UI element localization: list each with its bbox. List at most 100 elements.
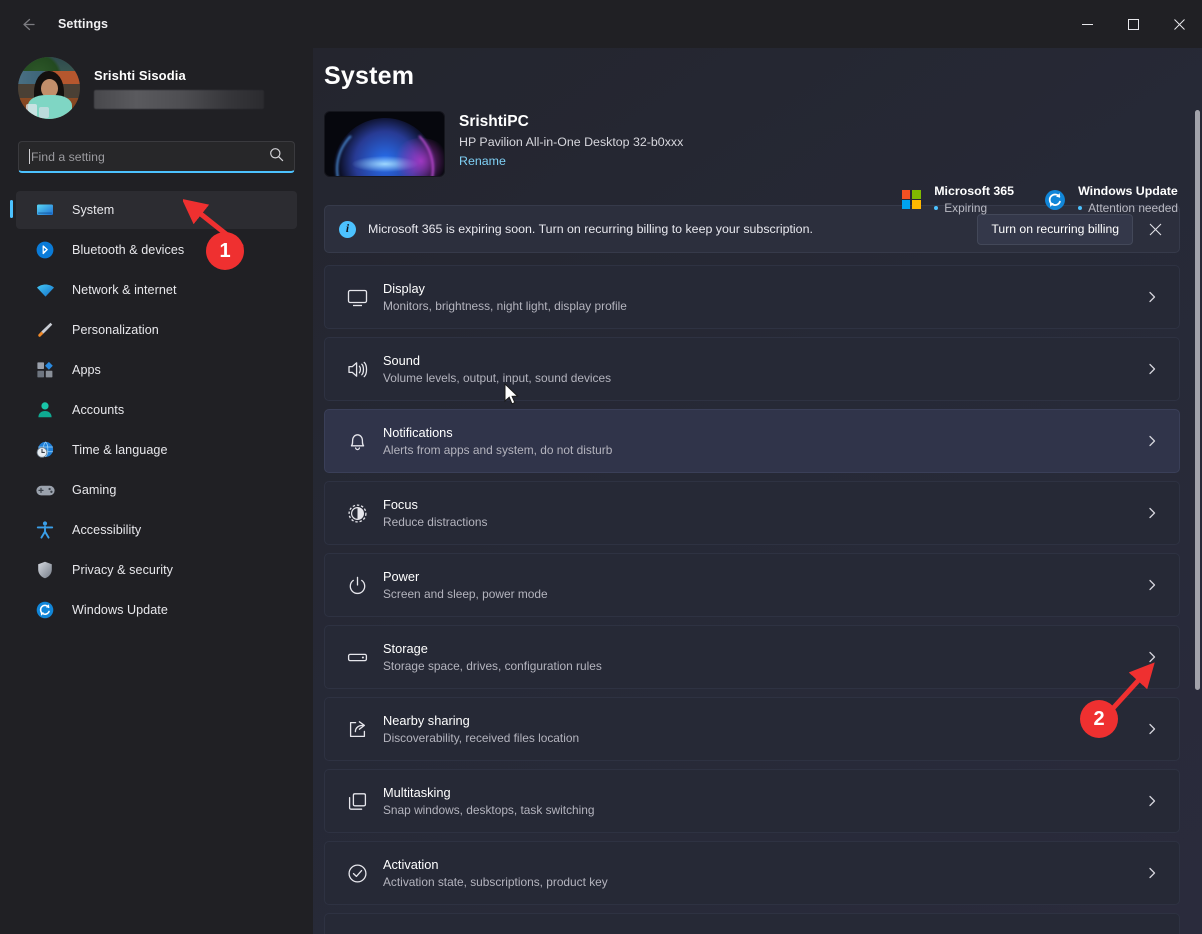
status-text: Expiring xyxy=(944,201,987,215)
settings-list: Display Monitors, brightness, night ligh… xyxy=(324,265,1180,934)
search-container xyxy=(18,141,295,173)
settings-row-storage[interactable]: Storage Storage space, drives, configura… xyxy=(324,625,1180,689)
row-title: Multitasking xyxy=(383,785,1141,800)
settings-window: Settings xyxy=(0,0,1202,934)
sidebar-item-windows-update[interactable]: Windows Update xyxy=(16,591,297,629)
row-subtitle: Discoverability, received files location xyxy=(383,731,1141,745)
sidebar-item-label: Network & internet xyxy=(72,283,177,297)
settings-row-partial[interactable] xyxy=(324,913,1180,934)
sidebar-item-label: Gaming xyxy=(72,483,116,497)
chevron-right-icon[interactable] xyxy=(1141,723,1163,735)
window-controls xyxy=(1064,0,1202,48)
sidebar-nav: System Bluetooth & devices xyxy=(0,191,313,629)
settings-row-sound[interactable]: Sound Volume levels, output, input, soun… xyxy=(324,337,1180,401)
banner-close-button[interactable] xyxy=(1139,213,1171,245)
sidebar-item-privacy-security[interactable]: Privacy & security xyxy=(16,551,297,589)
row-subtitle: Alerts from apps and system, do not dist… xyxy=(383,443,1141,457)
sidebar-item-accounts[interactable]: Accounts xyxy=(16,391,297,429)
sidebar-item-apps[interactable]: Apps xyxy=(16,351,297,389)
chevron-right-icon[interactable] xyxy=(1141,435,1163,447)
sidebar-item-label: System xyxy=(72,203,114,217)
microsoft-logo-icon xyxy=(898,187,924,213)
focus-icon xyxy=(339,502,375,525)
chevron-right-icon[interactable] xyxy=(1141,579,1163,591)
settings-row-multitasking[interactable]: Multitasking Snap windows, desktops, tas… xyxy=(324,769,1180,833)
info-icon: i xyxy=(339,221,356,238)
chevron-right-icon[interactable] xyxy=(1141,363,1163,375)
person-icon xyxy=(34,399,56,421)
row-subtitle: Storage space, drives, configuration rul… xyxy=(383,659,1141,673)
row-title: Display xyxy=(383,281,1141,296)
wifi-icon xyxy=(34,279,56,301)
close-icon xyxy=(1149,223,1162,236)
bell-icon xyxy=(339,430,375,453)
clock-globe-icon xyxy=(34,439,56,461)
status-dot xyxy=(934,206,938,210)
apps-grid-icon xyxy=(34,359,56,381)
sidebar-item-label: Personalization xyxy=(72,323,159,337)
check-circle-icon xyxy=(339,862,375,885)
status-microsoft-365[interactable]: Microsoft 365 Expiring xyxy=(898,184,1014,215)
rename-link[interactable]: Rename xyxy=(459,154,683,168)
sidebar-item-bluetooth-devices[interactable]: Bluetooth & devices xyxy=(16,231,297,269)
row-title: Sound xyxy=(383,353,1141,368)
turn-on-recurring-billing-button[interactable]: Turn on recurring billing xyxy=(977,214,1133,245)
minimize-icon xyxy=(1082,19,1093,30)
close-button[interactable] xyxy=(1156,0,1202,48)
title-bar: Settings xyxy=(0,0,1202,48)
settings-row-storage-chevron[interactable] xyxy=(1141,651,1163,663)
sidebar-item-gaming[interactable]: Gaming xyxy=(16,471,297,509)
minimize-button[interactable] xyxy=(1064,0,1110,48)
user-profile[interactable]: Srishti Sisodia xyxy=(18,57,313,119)
sidebar-item-personalization[interactable]: Personalization xyxy=(16,311,297,349)
search-icon[interactable] xyxy=(269,147,284,167)
chevron-right-icon[interactable] xyxy=(1141,867,1163,879)
row-title: Focus xyxy=(383,497,1141,512)
sidebar-item-accessibility[interactable]: Accessibility xyxy=(16,511,297,549)
row-title: Power xyxy=(383,569,1141,584)
sidebar-item-time-language[interactable]: Time & language xyxy=(16,431,297,469)
settings-row-display[interactable]: Display Monitors, brightness, night ligh… xyxy=(324,265,1180,329)
status-windows-update[interactable]: Windows Update Attention needed xyxy=(1042,184,1178,215)
window-title: Settings xyxy=(58,17,108,31)
update-refresh-icon xyxy=(1042,187,1068,213)
maximize-button[interactable] xyxy=(1110,0,1156,48)
row-subtitle: Monitors, brightness, night light, displ… xyxy=(383,299,1141,313)
power-icon xyxy=(339,574,375,597)
settings-row-notifications[interactable]: Notifications Alerts from apps and syste… xyxy=(324,409,1180,473)
close-icon xyxy=(1174,19,1185,30)
chevron-right-icon[interactable] xyxy=(1141,291,1163,303)
chevron-right-icon[interactable] xyxy=(1141,795,1163,807)
sidebar-item-label: Bluetooth & devices xyxy=(72,243,184,257)
row-title: Activation xyxy=(383,857,1141,872)
row-title: Storage xyxy=(383,641,1141,656)
sidebar-item-system[interactable]: System xyxy=(16,191,297,229)
settings-row-activation[interactable]: Activation Activation state, subscriptio… xyxy=(324,841,1180,905)
main-content: System SrishtiPC HP Pavilion All-in-One … xyxy=(313,48,1202,934)
search-box[interactable] xyxy=(18,141,295,173)
device-summary: SrishtiPC HP Pavilion All-in-One Desktop… xyxy=(324,111,1202,183)
accessibility-icon xyxy=(34,519,56,541)
annotation-badge-2: 2 xyxy=(1080,700,1118,738)
chevron-right-icon[interactable] xyxy=(1141,507,1163,519)
device-wallpaper-thumbnail xyxy=(324,111,445,177)
sidebar-item-label: Windows Update xyxy=(72,603,168,617)
sidebar-item-label: Accounts xyxy=(72,403,124,417)
status-title: Microsoft 365 xyxy=(934,184,1014,198)
status-subtitle: Attention needed xyxy=(1078,201,1178,215)
sidebar-item-network-internet[interactable]: Network & internet xyxy=(16,271,297,309)
settings-row-nearby-sharing[interactable]: Nearby sharing Discoverability, received… xyxy=(324,697,1180,761)
main-scrollbar[interactable] xyxy=(1195,110,1200,690)
settings-row-power[interactable]: Power Screen and sleep, power mode xyxy=(324,553,1180,617)
settings-row-focus[interactable]: Focus Reduce distractions xyxy=(324,481,1180,545)
status-dot xyxy=(1078,206,1082,210)
row-subtitle: Reduce distractions xyxy=(383,515,1141,529)
back-button[interactable] xyxy=(10,7,44,41)
row-subtitle: Volume levels, output, input, sound devi… xyxy=(383,371,1141,385)
row-subtitle: Screen and sleep, power mode xyxy=(383,587,1141,601)
row-title: Notifications xyxy=(383,425,1141,440)
sidebar-item-label: Privacy & security xyxy=(72,563,173,577)
search-input[interactable] xyxy=(31,150,269,164)
status-subtitle: Expiring xyxy=(934,201,1014,215)
status-widgets: Microsoft 365 Expiring xyxy=(898,184,1178,215)
